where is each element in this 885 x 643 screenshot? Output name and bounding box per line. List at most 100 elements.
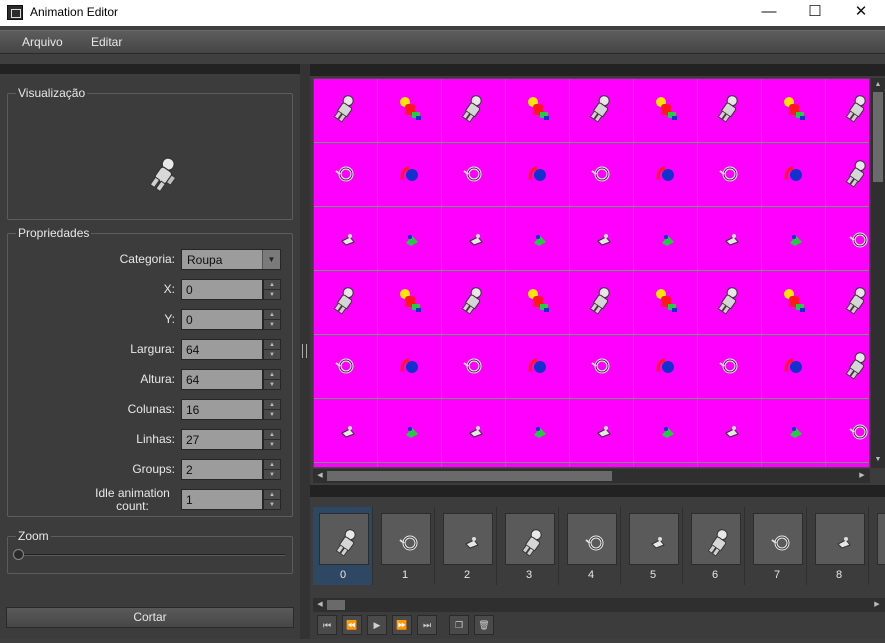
idle-animation-count-spinbox[interactable]: 1 ▲ ▼ xyxy=(181,489,281,510)
frames-horizontal-scrollbar[interactable]: ◀ ▶ xyxy=(313,598,885,612)
frame-item[interactable]: 9 xyxy=(871,507,885,585)
largura-field[interactable]: 64 xyxy=(181,339,263,360)
sheet-cell[interactable] xyxy=(506,143,570,207)
sheet-cell[interactable] xyxy=(570,335,634,399)
sheet-cell[interactable] xyxy=(826,143,869,207)
frame-item[interactable]: 5 xyxy=(623,507,683,585)
sheet-cell[interactable] xyxy=(506,463,570,467)
sheet-cell[interactable] xyxy=(570,399,634,463)
decrement-icon[interactable]: ▼ xyxy=(264,380,280,390)
sheet-cell[interactable] xyxy=(378,207,442,271)
categoria-select[interactable]: Roupa ▼ xyxy=(181,249,281,270)
decrement-icon[interactable]: ▼ xyxy=(264,410,280,420)
frame-item[interactable]: 6 xyxy=(685,507,745,585)
sheet-cell[interactable] xyxy=(762,271,826,335)
sheet-cell[interactable] xyxy=(442,463,506,467)
sheet-cell[interactable] xyxy=(314,463,378,467)
close-button[interactable]: ✕ xyxy=(838,0,884,26)
sheet-cell[interactable] xyxy=(314,207,378,271)
increment-icon[interactable]: ▲ xyxy=(264,370,280,380)
sheet-cell[interactable] xyxy=(634,207,698,271)
play-icon[interactable]: ▶ xyxy=(367,615,387,635)
menu-arquivo[interactable]: Arquivo xyxy=(22,35,63,49)
maximize-button[interactable]: ☐ xyxy=(792,0,838,26)
sheet-cell[interactable] xyxy=(762,143,826,207)
sheet-cell[interactable] xyxy=(762,207,826,271)
sheet-cell[interactable] xyxy=(378,271,442,335)
increment-icon[interactable]: ▲ xyxy=(264,490,280,500)
sheet-cell[interactable] xyxy=(506,207,570,271)
sheet-vertical-scrollbar[interactable]: ▲ ▼ xyxy=(871,78,885,468)
sheet-cell[interactable] xyxy=(570,463,634,467)
frame-item[interactable]: 1 xyxy=(375,507,435,585)
largura-spinbox[interactable]: 64 ▲ ▼ xyxy=(181,339,281,360)
sheet-cell[interactable] xyxy=(634,335,698,399)
altura-field[interactable]: 64 xyxy=(181,369,263,390)
sprite-sheet-view[interactable] xyxy=(313,78,870,468)
increment-icon[interactable]: ▲ xyxy=(264,340,280,350)
sheet-cell[interactable] xyxy=(570,79,634,143)
sheet-cell[interactable] xyxy=(506,399,570,463)
sheet-cell[interactable] xyxy=(826,207,869,271)
cortar-button[interactable]: Cortar xyxy=(6,607,294,628)
scroll-left-icon[interactable]: ◀ xyxy=(314,599,326,611)
decrement-icon[interactable]: ▼ xyxy=(264,350,280,360)
sheet-cell[interactable] xyxy=(442,271,506,335)
sheet-cell[interactable] xyxy=(826,79,869,143)
increment-icon[interactable]: ▲ xyxy=(264,280,280,290)
decrement-icon[interactable]: ▼ xyxy=(264,290,280,300)
altura-spinbox[interactable]: 64 ▲ ▼ xyxy=(181,369,281,390)
frame-item[interactable]: 8 xyxy=(809,507,869,585)
sheet-cell[interactable] xyxy=(442,399,506,463)
sheet-cell[interactable] xyxy=(314,271,378,335)
sheet-cell[interactable] xyxy=(442,143,506,207)
sheet-cell[interactable] xyxy=(314,399,378,463)
increment-icon[interactable]: ▲ xyxy=(264,430,280,440)
sheet-cell[interactable] xyxy=(826,335,869,399)
sheet-cell[interactable] xyxy=(698,271,762,335)
menu-editar[interactable]: Editar xyxy=(91,35,122,49)
sheet-cell[interactable] xyxy=(378,399,442,463)
increment-icon[interactable]: ▲ xyxy=(264,460,280,470)
x-field[interactable]: 0 xyxy=(181,279,263,300)
sheet-cell[interactable] xyxy=(698,143,762,207)
sheet-cell[interactable] xyxy=(634,143,698,207)
next-frame-icon[interactable]: ⏩ xyxy=(392,615,412,635)
sheet-cell[interactable] xyxy=(314,79,378,143)
sheet-cell[interactable] xyxy=(698,207,762,271)
vertical-scroll-thumb[interactable] xyxy=(873,92,883,182)
first-frame-icon[interactable]: ⏮ xyxy=(317,615,337,635)
frame-item[interactable]: 7 xyxy=(747,507,807,585)
sheet-cell[interactable] xyxy=(378,143,442,207)
decrement-icon[interactable]: ▼ xyxy=(264,320,280,330)
increment-icon[interactable]: ▲ xyxy=(264,400,280,410)
scroll-left-icon[interactable]: ◀ xyxy=(314,470,326,482)
sheet-horizontal-scrollbar[interactable]: ◀ ▶ xyxy=(313,469,870,483)
sheet-cell[interactable] xyxy=(698,79,762,143)
horizontal-scroll-thumb[interactable] xyxy=(327,471,612,481)
sheet-cell[interactable] xyxy=(506,271,570,335)
x-spinbox[interactable]: 0 ▲ ▼ xyxy=(181,279,281,300)
sheet-cell[interactable] xyxy=(698,335,762,399)
scroll-right-icon[interactable]: ▶ xyxy=(871,599,883,611)
y-spinbox[interactable]: 0 ▲ ▼ xyxy=(181,309,281,330)
grip-icon[interactable] xyxy=(302,344,307,358)
scroll-right-icon[interactable]: ▶ xyxy=(856,470,868,482)
scroll-down-icon[interactable]: ▼ xyxy=(872,454,884,466)
last-frame-icon[interactable]: ⏭ xyxy=(417,615,437,635)
linhas-field[interactable]: 27 xyxy=(181,429,263,450)
colunas-field[interactable]: 16 xyxy=(181,399,263,420)
sheet-cell[interactable] xyxy=(698,463,762,467)
sheet-cell[interactable] xyxy=(762,399,826,463)
trash-icon[interactable]: 🗑 xyxy=(474,615,494,635)
colunas-spinbox[interactable]: 16 ▲ ▼ xyxy=(181,399,281,420)
sheet-cell[interactable] xyxy=(378,335,442,399)
sheet-cell[interactable] xyxy=(314,335,378,399)
frame-item[interactable]: 4 xyxy=(561,507,621,585)
linhas-spinbox[interactable]: 27 ▲ ▼ xyxy=(181,429,281,450)
y-field[interactable]: 0 xyxy=(181,309,263,330)
sheet-cell[interactable] xyxy=(762,463,826,467)
sheet-cell[interactable] xyxy=(826,271,869,335)
sheet-cell[interactable] xyxy=(378,463,442,467)
sheet-cell[interactable] xyxy=(506,79,570,143)
